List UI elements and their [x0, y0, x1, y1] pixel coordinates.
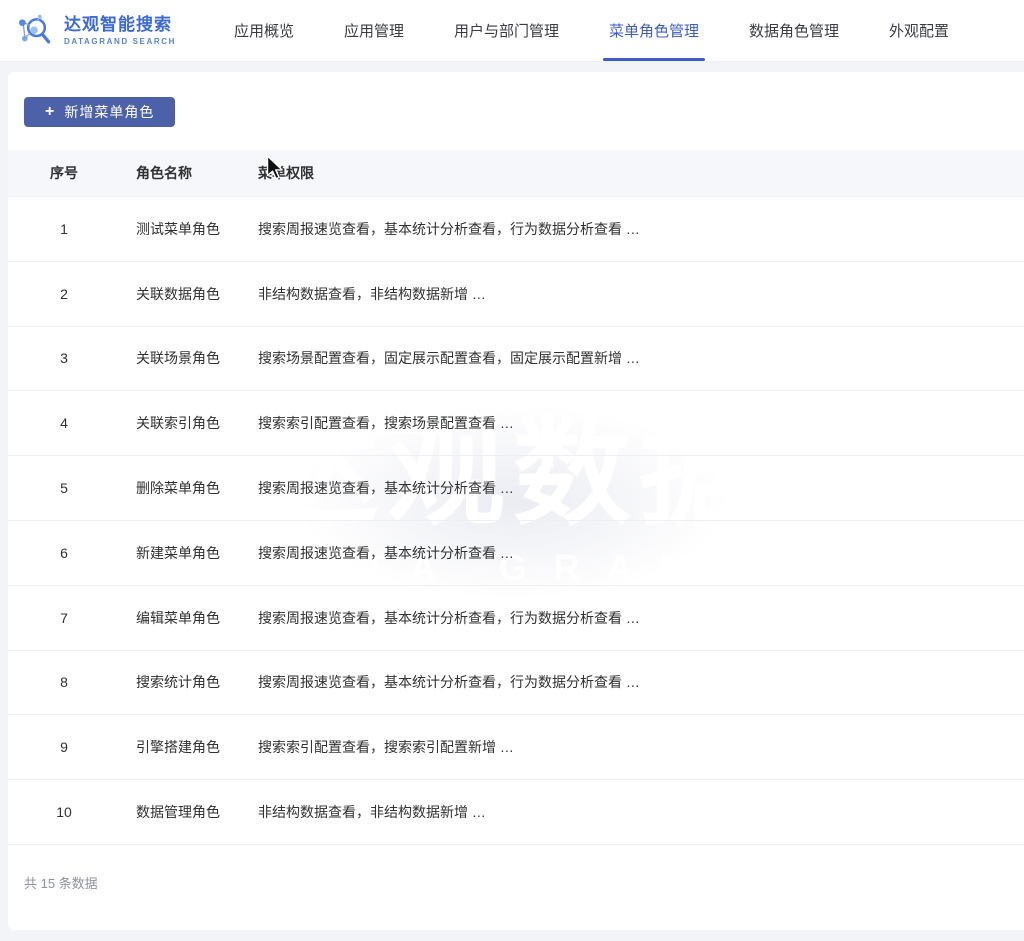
row-role-name: 数据管理角色: [136, 802, 258, 822]
row-role-name: 关联场景角色: [136, 348, 258, 368]
row-role-name: 编辑菜单角色: [136, 608, 258, 628]
row-permissions: 搜索索引配置查看，搜索索引配置新增 …: [258, 737, 1024, 757]
row-permissions: 搜索周报速览查看，基本统计分析查看，行为数据分析查看 …: [258, 672, 1024, 692]
plus-icon: +: [45, 104, 55, 120]
brand-logo-icon: [14, 11, 54, 51]
col-header-permissions: 菜单权限: [258, 163, 1024, 183]
row-permissions: 非结构数据查看，非结构数据新增 …: [258, 802, 1024, 822]
tab-user-dept-manage[interactable]: 用户与部门管理: [454, 0, 559, 61]
row-permissions: 搜索索引配置查看，搜索场景配置查看 …: [258, 413, 1024, 433]
row-permissions: 搜索周报速览查看，基本统计分析查看 …: [258, 478, 1024, 498]
col-header-index: 序号: [48, 163, 80, 183]
row-role-name: 搜索统计角色: [136, 672, 258, 692]
row-permissions: 搜索周报速览查看，基本统计分析查看，行为数据分析查看 …: [258, 608, 1024, 628]
row-index: 4: [48, 415, 80, 431]
tab-app-manage[interactable]: 应用管理: [344, 0, 404, 61]
brand-name: 达观智能搜索: [64, 15, 176, 35]
row-role-name: 删除菜单角色: [136, 478, 258, 498]
nav-tabs: 应用概览 应用管理 用户与部门管理 菜单角色管理 数据角色管理 外观配置: [234, 0, 949, 61]
total-count: 共 15 条数据: [24, 876, 98, 891]
add-menu-role-label: 新增菜单角色: [64, 102, 154, 122]
tab-app-overview[interactable]: 应用概览: [234, 0, 294, 61]
table-row[interactable]: 3 关联场景角色 搜索场景配置查看，固定展示配置查看，固定展示配置新增 …: [8, 327, 1024, 392]
row-permissions: 搜索场景配置查看，固定展示配置查看，固定展示配置新增 …: [258, 348, 1024, 368]
top-navbar: 达观智能搜索 DATAGRAND SEARCH 应用概览 应用管理 用户与部门管…: [0, 0, 1024, 62]
table-row[interactable]: 9 引擎搭建角色 搜索索引配置查看，搜索索引配置新增 …: [8, 715, 1024, 780]
row-index: 3: [48, 350, 80, 366]
table-row[interactable]: 7 编辑菜单角色 搜索周报速览查看，基本统计分析查看，行为数据分析查看 …: [8, 586, 1024, 651]
brand-logo[interactable]: 达观智能搜索 DATAGRAND SEARCH: [14, 11, 176, 51]
tab-data-role-manage[interactable]: 数据角色管理: [749, 0, 839, 61]
row-index: 6: [48, 545, 80, 561]
tab-appearance-config[interactable]: 外观配置: [889, 0, 949, 61]
row-index: 10: [48, 804, 80, 820]
col-header-role-name: 角色名称: [136, 163, 258, 183]
table-row[interactable]: 10 数据管理角色 非结构数据查看，非结构数据新增 …: [8, 780, 1024, 845]
row-index: 5: [48, 480, 80, 496]
content-card: 达观数据 DATA GRAND + 新增菜单角色 序号 角色名称 菜单权限 1 …: [8, 72, 1024, 930]
row-permissions: 搜索周报速览查看，基本统计分析查看，行为数据分析查看 …: [258, 219, 1024, 239]
table-footer: 共 15 条数据: [8, 845, 1024, 892]
row-role-name: 引擎搭建角色: [136, 737, 258, 757]
row-index: 2: [48, 286, 80, 302]
brand-subtitle: DATAGRAND SEARCH: [64, 37, 176, 46]
row-index: 9: [48, 739, 80, 755]
table-row[interactable]: 6 新建菜单角色 搜索周报速览查看，基本统计分析查看 …: [8, 521, 1024, 586]
table-row[interactable]: 5 删除菜单角色 搜索周报速览查看，基本统计分析查看 …: [8, 456, 1024, 521]
table-header-row: 序号 角色名称 菜单权限: [8, 150, 1024, 197]
row-index: 1: [48, 221, 80, 237]
table-row[interactable]: 4 关联索引角色 搜索索引配置查看，搜索场景配置查看 …: [8, 391, 1024, 456]
row-role-name: 关联数据角色: [136, 284, 258, 304]
table-row[interactable]: 8 搜索统计角色 搜索周报速览查看，基本统计分析查看，行为数据分析查看 …: [8, 651, 1024, 716]
row-role-name: 测试菜单角色: [136, 219, 258, 239]
row-permissions: 非结构数据查看，非结构数据新增 …: [258, 284, 1024, 304]
table-row[interactable]: 1 测试菜单角色 搜索周报速览查看，基本统计分析查看，行为数据分析查看 …: [8, 197, 1024, 262]
row-role-name: 新建菜单角色: [136, 543, 258, 563]
brand-text: 达观智能搜索 DATAGRAND SEARCH: [64, 15, 176, 46]
menu-roles-table: 序号 角色名称 菜单权限 1 测试菜单角色 搜索周报速览查看，基本统计分析查看，…: [8, 150, 1024, 845]
row-index: 7: [48, 610, 80, 626]
table-row[interactable]: 2 关联数据角色 非结构数据查看，非结构数据新增 …: [8, 262, 1024, 327]
table-body: 1 测试菜单角色 搜索周报速览查看，基本统计分析查看，行为数据分析查看 … 2 …: [8, 197, 1024, 845]
add-menu-role-button[interactable]: + 新增菜单角色: [24, 97, 175, 127]
row-index: 8: [48, 674, 80, 690]
tab-menu-role-manage[interactable]: 菜单角色管理: [609, 0, 699, 61]
row-permissions: 搜索周报速览查看，基本统计分析查看 …: [258, 543, 1024, 563]
row-role-name: 关联索引角色: [136, 413, 258, 433]
